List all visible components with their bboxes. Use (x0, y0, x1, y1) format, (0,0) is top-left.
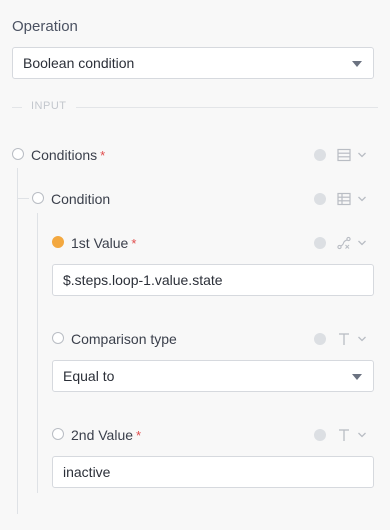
text-type-icon[interactable] (336, 427, 352, 443)
required-mark: * (136, 428, 142, 443)
required-mark: * (131, 236, 137, 251)
info-dot-icon[interactable] (314, 237, 326, 249)
required-mark: * (100, 148, 106, 163)
tree-line-condition (37, 213, 38, 493)
second-value-input-text: inactive (63, 464, 111, 480)
second-value-radio[interactable] (52, 428, 64, 440)
tree-branch-condition (17, 198, 29, 199)
first-value-radio[interactable] (52, 236, 64, 248)
conditions-label-wrap: Conditions * (31, 147, 105, 163)
info-dot-icon[interactable] (314, 193, 326, 205)
text-type-icon[interactable] (336, 331, 352, 347)
info-dot-icon[interactable] (314, 429, 326, 441)
second-value-input[interactable]: inactive (52, 456, 374, 488)
variable-icon[interactable] (336, 235, 352, 251)
comparison-select[interactable]: Equal to (52, 360, 374, 392)
chevron-down-icon[interactable] (357, 194, 367, 204)
input-divider: INPUT (12, 100, 378, 114)
first-value-label: 1st Value (71, 235, 129, 251)
comparison-radio[interactable] (52, 332, 64, 344)
comparison-select-value: Equal to (63, 368, 115, 384)
tree-line-conditions (17, 168, 18, 514)
conditions-label: Conditions (31, 147, 98, 163)
chevron-down-icon[interactable] (357, 430, 367, 440)
first-value-input-text: $.steps.loop-1.value.state (63, 272, 223, 288)
operation-label: Operation (12, 18, 78, 35)
chevron-down-icon[interactable] (357, 334, 367, 344)
first-value-input[interactable]: $.steps.loop-1.value.state (52, 264, 374, 296)
chevron-down-icon[interactable] (357, 150, 367, 160)
caret-down-icon (352, 374, 362, 380)
condition-label: Condition (51, 191, 111, 207)
condition-radio[interactable] (32, 192, 44, 204)
list-icon[interactable] (336, 147, 352, 163)
info-dot-icon[interactable] (314, 333, 326, 345)
first-value-label-wrap: 1st Value * (71, 235, 136, 251)
info-dot-icon[interactable] (314, 149, 326, 161)
operation-select-value: Boolean condition (23, 55, 135, 71)
comparison-label: Comparison type (71, 331, 177, 347)
second-value-label-wrap: 2nd Value * (71, 427, 141, 443)
chevron-down-icon[interactable] (357, 238, 367, 248)
second-value-label: 2nd Value (71, 427, 134, 443)
object-list-icon[interactable] (336, 191, 352, 207)
conditions-radio[interactable] (12, 148, 24, 160)
caret-down-icon (352, 61, 362, 67)
operation-select[interactable]: Boolean condition (12, 47, 374, 79)
input-divider-label: INPUT (31, 100, 67, 112)
